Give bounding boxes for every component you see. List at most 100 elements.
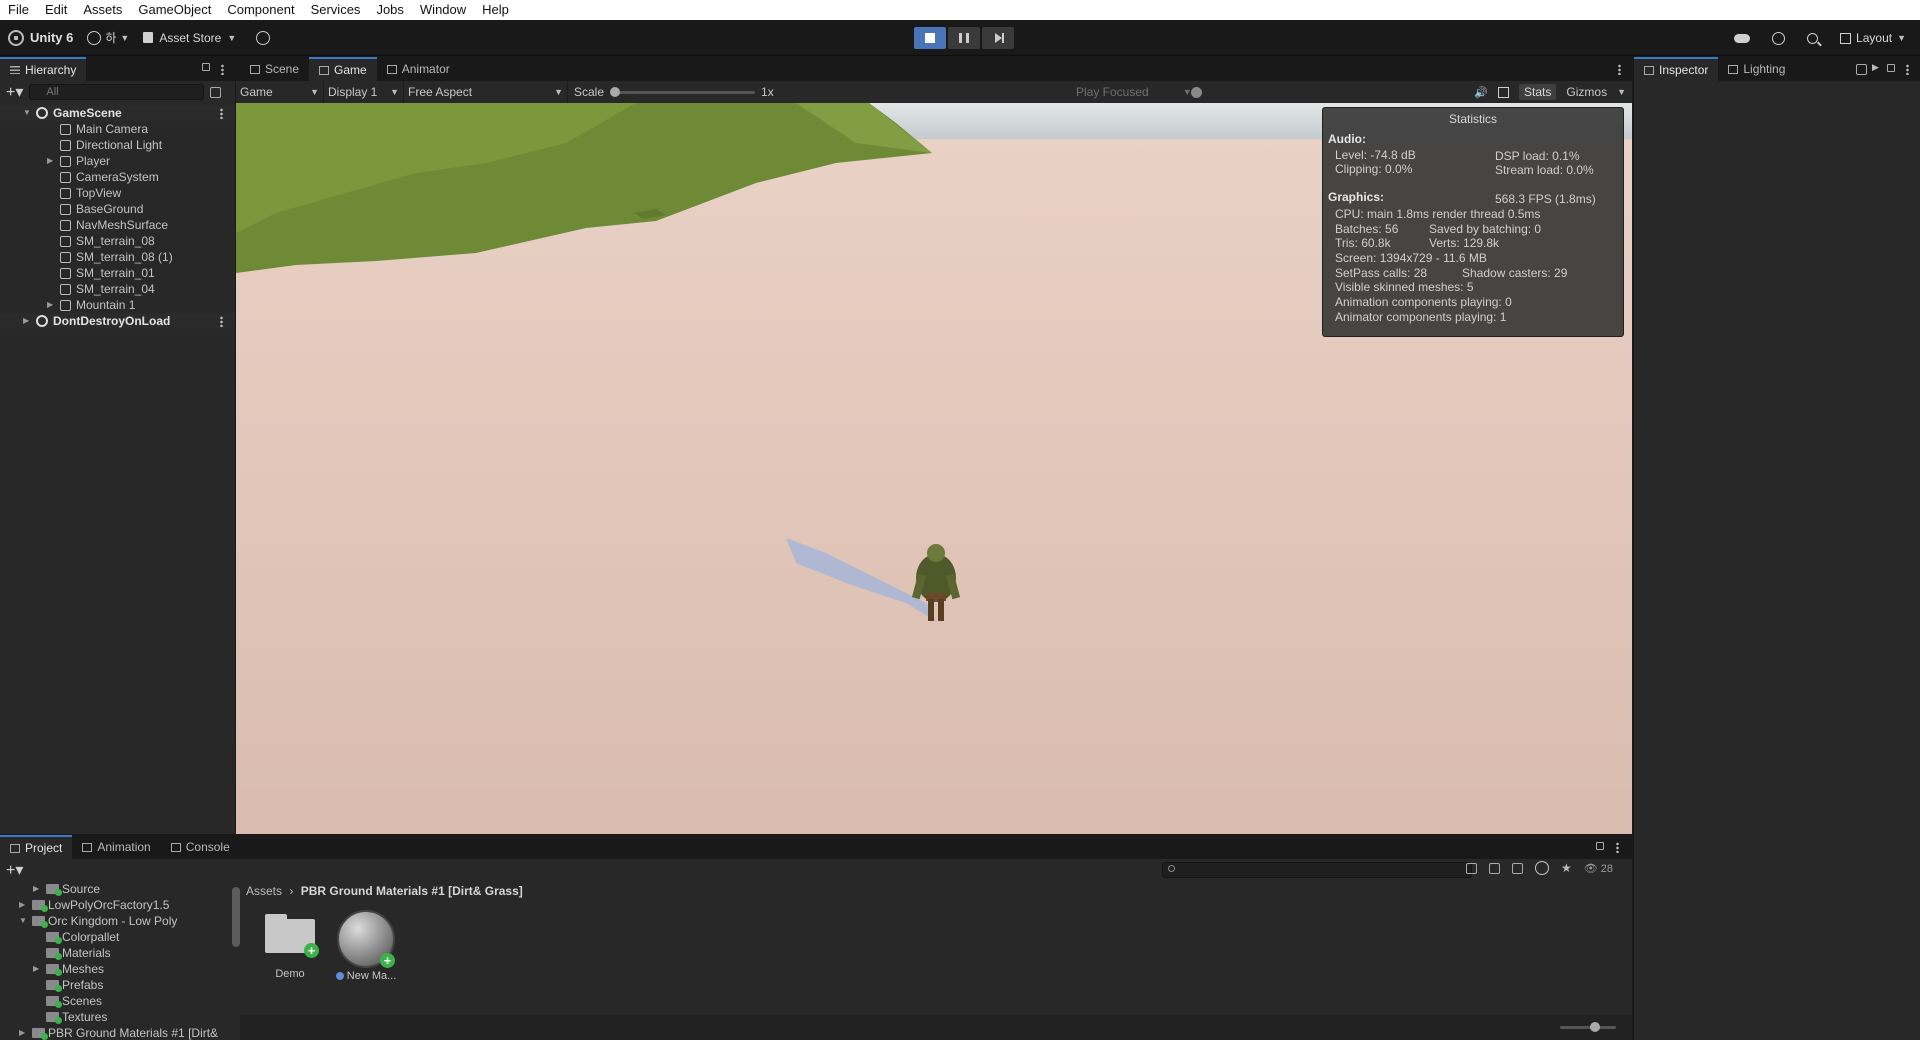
audio-mute-icon[interactable]: 🔊 — [1474, 86, 1488, 99]
maximize-icon[interactable] — [1856, 64, 1867, 75]
expand-arrow-icon[interactable]: ▶ — [23, 313, 29, 329]
scale-slider[interactable] — [610, 86, 756, 97]
asset-material-new[interactable]: + New Ma... — [333, 910, 399, 982]
hierarchy-item[interactable]: CameraSystem — [0, 169, 235, 185]
layout-dropdown[interactable]: Layout ▼ — [1840, 31, 1906, 45]
tab-game[interactable]: Game — [309, 57, 377, 81]
breadcrumb-current[interactable]: PBR Ground Materials #1 [Dirt& Grass] — [301, 884, 523, 898]
more-options-icon[interactable] — [1616, 842, 1619, 853]
hierarchy-item[interactable]: SM_terrain_01 — [0, 265, 235, 281]
version-control-icon[interactable] — [256, 30, 271, 45]
folder-tree-item[interactable]: ▶ PBR Ground Materials #1 [Dirt& — [0, 1025, 234, 1040]
lock-icon[interactable] — [1596, 842, 1604, 850]
folder-tree-item[interactable]: ▶ LowPolyOrcFactory1.5 — [0, 897, 234, 913]
search-by-type-icon[interactable] — [1466, 862, 1477, 874]
search-filter-icon[interactable] — [210, 86, 222, 98]
tab-project[interactable]: Project — [0, 835, 73, 859]
expand-arrow-icon[interactable]: ▼ — [19, 913, 27, 929]
folder-tree-item[interactable]: Prefabs — [0, 977, 234, 993]
hierarchy-search-input[interactable]: All — [29, 84, 205, 100]
menu-jobs[interactable]: Jobs — [368, 0, 411, 20]
info-icon[interactable] — [1535, 861, 1549, 875]
expand-arrow-icon[interactable]: ▶ — [47, 297, 53, 313]
hierarchy-item[interactable]: BaseGround — [0, 201, 235, 217]
hierarchy-item[interactable]: Directional Light — [0, 137, 235, 153]
menu-file[interactable]: File — [0, 0, 37, 20]
tab-hierarchy[interactable]: Hierarchy — [0, 57, 87, 81]
display-dropdown[interactable]: Display 1 ▼ — [324, 81, 404, 103]
scene-options-icon[interactable] — [220, 316, 223, 327]
hierarchy-scene-row[interactable]: ▶ DontDestroyOnLoad — [0, 313, 235, 329]
hierarchy-item[interactable]: Main Camera — [0, 121, 235, 137]
hierarchy-scene-row[interactable]: ▼ GameScene — [0, 105, 235, 121]
folder-tree-item[interactable]: ▶ Meshes — [0, 961, 234, 977]
stats-toggle[interactable]: Stats — [1519, 84, 1557, 100]
hierarchy-item[interactable]: ▶ Player — [0, 153, 235, 169]
scene-options-icon[interactable] — [220, 108, 223, 119]
expand-arrow-icon[interactable]: ▶ — [33, 881, 39, 897]
step-button[interactable] — [982, 27, 1014, 49]
folder-tree-item[interactable]: ▼ Orc Kingdom - Low Poly — [0, 913, 234, 929]
hierarchy-item[interactable]: SM_terrain_08 — [0, 233, 235, 249]
hierarchy-item[interactable]: ▶ Mountain 1 — [0, 297, 235, 313]
more-options-icon[interactable] — [221, 64, 224, 75]
menu-help[interactable]: Help — [474, 0, 517, 20]
lock-icon[interactable] — [1887, 64, 1895, 72]
aspect-dropdown[interactable]: Free Aspect ▼ — [404, 81, 568, 103]
folder-tree-item[interactable]: Textures — [0, 1009, 234, 1025]
favorite-star-icon[interactable]: ★ — [1561, 861, 1572, 875]
expand-arrow-icon[interactable]: ▶ — [47, 153, 53, 169]
undo-history-icon[interactable] — [1772, 31, 1786, 45]
hierarchy-item[interactable]: NavMeshSurface — [0, 217, 235, 233]
more-options-icon[interactable] — [1906, 64, 1909, 75]
project-search-input[interactable] — [1162, 862, 1472, 878]
add-icon[interactable]: +▾ — [6, 82, 23, 102]
menu-assets[interactable]: Assets — [75, 0, 130, 20]
hidden-packages-count[interactable]: 👁 28 — [1584, 862, 1613, 875]
icon-size-slider[interactable] — [1560, 1022, 1616, 1032]
asset-store-dropdown[interactable]: Asset Store ▼ — [143, 31, 236, 45]
menu-gameobject[interactable]: GameObject — [130, 0, 219, 20]
gizmos-toggle[interactable]: Gizmos — [1566, 85, 1607, 99]
folder-tree-item[interactable]: ▶ Source — [0, 881, 234, 897]
search-icon[interactable] — [1807, 32, 1819, 44]
tab-animator[interactable]: Animator — [377, 57, 460, 81]
menu-window[interactable]: Window — [412, 0, 474, 20]
play-focused-dropdown[interactable]: Play Focused ▼ — [1076, 85, 1192, 99]
game-mode-dropdown[interactable]: Game ▼ — [236, 81, 324, 103]
chevron-down-icon[interactable]: ▼ — [1617, 87, 1626, 97]
menu-edit[interactable]: Edit — [37, 0, 75, 20]
tab-inspector[interactable]: Inspector — [1634, 57, 1719, 81]
asset-folder-demo[interactable]: + Demo — [257, 912, 323, 980]
lock-icon[interactable] — [202, 63, 210, 71]
menu-component[interactable]: Component — [219, 0, 302, 20]
tab-console[interactable]: Console — [161, 835, 240, 859]
tab-animation[interactable]: Animation — [72, 835, 160, 859]
chevron-right-icon[interactable]: ▶ — [1872, 62, 1879, 73]
menu-services[interactable]: Services — [303, 0, 369, 20]
unity-button[interactable]: Unity 6 — [8, 29, 73, 46]
hierarchy-item[interactable]: SM_terrain_04 — [0, 281, 235, 297]
create-asset-icon[interactable]: +▾ — [6, 860, 23, 880]
expand-arrow-icon[interactable]: ▶ — [33, 961, 39, 977]
expand-arrow-icon[interactable]: ▼ — [23, 105, 31, 121]
play-stop-button[interactable] — [914, 27, 946, 49]
more-options-icon[interactable] — [1618, 64, 1621, 75]
folder-tree-item[interactable]: Scenes — [0, 993, 234, 1009]
breadcrumb-root[interactable]: Assets — [246, 884, 282, 898]
hierarchy-item[interactable]: SM_terrain_08 (1) — [0, 249, 235, 265]
hierarchy-item[interactable]: TopView — [0, 185, 235, 201]
label-icon[interactable] — [1512, 862, 1523, 874]
pause-button[interactable] — [948, 27, 980, 49]
expand-arrow-icon[interactable]: ▶ — [19, 897, 25, 913]
expand-arrow-icon[interactable]: ▶ — [19, 1025, 25, 1040]
tab-scene[interactable]: Scene — [240, 57, 309, 81]
frame-debugger-icon[interactable] — [1498, 86, 1510, 98]
folder-tree-item[interactable]: Materials — [0, 945, 234, 961]
folder-tree-scrollbar[interactable] — [232, 887, 240, 947]
tab-lighting[interactable]: Lighting — [1718, 57, 1795, 81]
account-dropdown[interactable]: 하 ▼ — [87, 29, 129, 46]
filter-icon[interactable] — [1489, 862, 1500, 874]
scale-slider-thumb[interactable] — [610, 86, 621, 97]
game-viewport[interactable]: Statistics Audio: Level: -74.8 dB DSP lo… — [236, 103, 1632, 834]
